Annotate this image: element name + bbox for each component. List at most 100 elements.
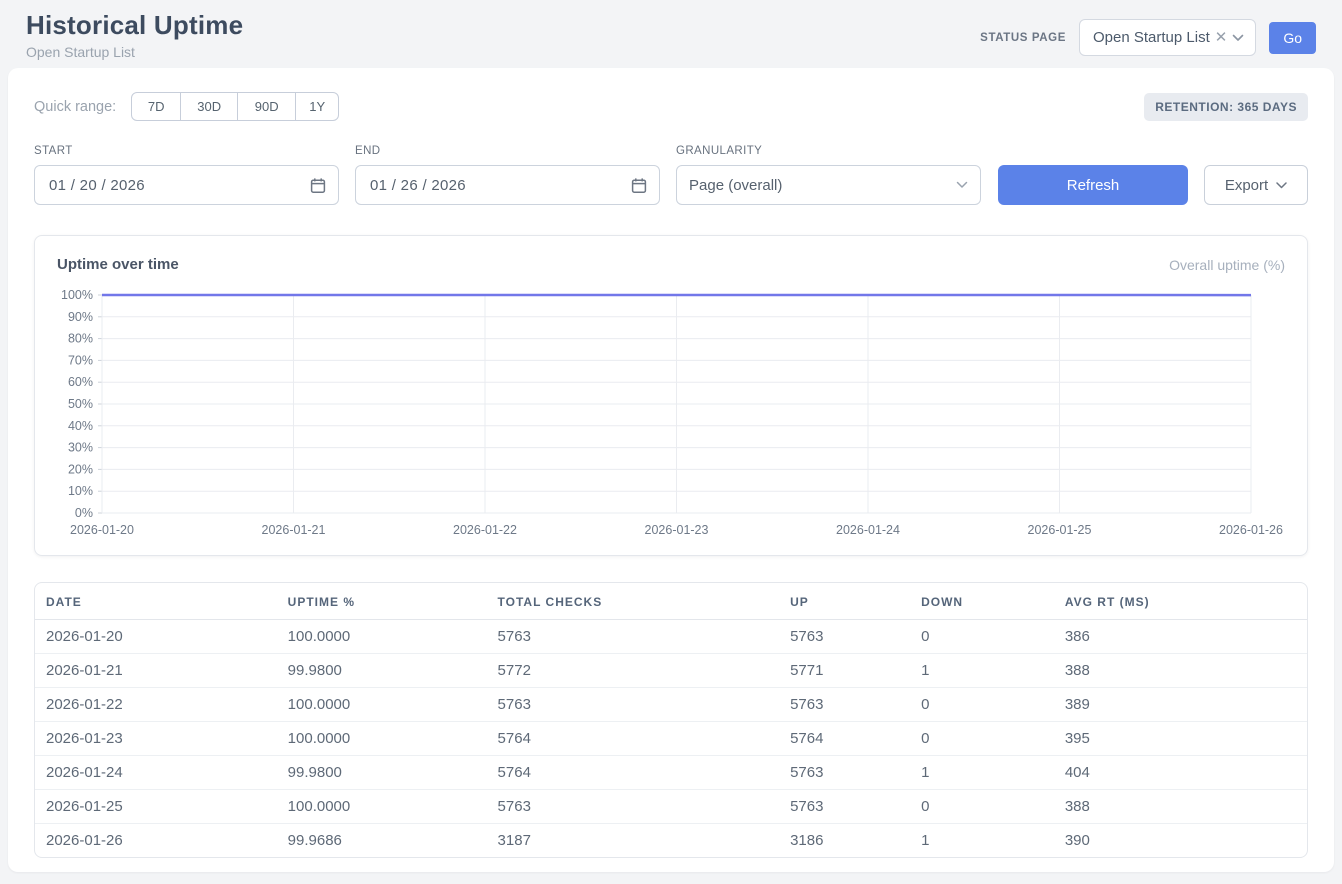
quick-range-1y[interactable]: 1Y bbox=[295, 92, 339, 121]
table-cell: 99.9800 bbox=[277, 756, 487, 790]
chart-title: Uptime over time bbox=[57, 256, 179, 273]
table-cell: 5772 bbox=[487, 654, 780, 688]
quick-range-7d[interactable]: 7D bbox=[131, 92, 181, 121]
table-cell: 388 bbox=[1054, 654, 1307, 688]
svg-text:50%: 50% bbox=[68, 397, 93, 411]
table-cell: 0 bbox=[910, 620, 1054, 654]
table-cell: 5763 bbox=[487, 790, 780, 824]
table-row: 2026-01-23100.0000576457640395 bbox=[35, 722, 1307, 756]
chart-header: Uptime over time Overall uptime (%) bbox=[57, 256, 1285, 273]
table-cell: 5764 bbox=[487, 722, 780, 756]
svg-text:70%: 70% bbox=[68, 353, 93, 367]
end-date-input[interactable] bbox=[355, 165, 660, 205]
end-date-label: END bbox=[355, 145, 660, 157]
calendar-icon[interactable] bbox=[631, 177, 647, 194]
table-cell: 395 bbox=[1054, 722, 1307, 756]
granularity-value: Page (overall) bbox=[689, 177, 782, 194]
svg-text:10%: 10% bbox=[68, 484, 93, 498]
col-down: DOWN bbox=[910, 583, 1054, 620]
status-page-controls: STATUS PAGE Open Startup List ✕ Go bbox=[980, 19, 1316, 56]
main-panel: Quick range: 7D 30D 90D 1Y RETENTION: 36… bbox=[8, 68, 1334, 872]
status-page-select[interactable]: Open Startup List ✕ bbox=[1079, 19, 1256, 56]
svg-text:40%: 40% bbox=[68, 419, 93, 433]
table-cell: 2026-01-24 bbox=[35, 756, 277, 790]
svg-text:2026-01-21: 2026-01-21 bbox=[262, 523, 326, 537]
table-cell: 5764 bbox=[779, 722, 910, 756]
col-avg-rt: AVG RT (MS) bbox=[1054, 583, 1307, 620]
table-cell: 2026-01-22 bbox=[35, 688, 277, 722]
table-cell: 5763 bbox=[779, 620, 910, 654]
table-row: 2026-01-22100.0000576357630389 bbox=[35, 688, 1307, 722]
start-date-value[interactable] bbox=[47, 176, 247, 195]
table-header-row: DATE UPTIME % TOTAL CHECKS UP DOWN AVG R… bbox=[35, 583, 1307, 620]
title-block: Historical Uptime Open Startup List bbox=[26, 10, 243, 60]
quick-range-30d[interactable]: 30D bbox=[180, 92, 238, 121]
svg-text:90%: 90% bbox=[68, 310, 93, 324]
svg-text:2026-01-22: 2026-01-22 bbox=[453, 523, 517, 537]
quick-range-group: 7D 30D 90D 1Y bbox=[131, 92, 339, 121]
status-page-value: Open Startup List bbox=[1093, 29, 1210, 46]
status-page-label: STATUS PAGE bbox=[980, 32, 1066, 44]
table-cell: 390 bbox=[1054, 824, 1307, 858]
go-button[interactable]: Go bbox=[1269, 22, 1316, 54]
svg-text:2026-01-26: 2026-01-26 bbox=[1219, 523, 1283, 537]
calendar-icon[interactable] bbox=[310, 177, 326, 194]
table-cell: 404 bbox=[1054, 756, 1307, 790]
svg-text:0%: 0% bbox=[75, 506, 93, 520]
table-cell: 2026-01-26 bbox=[35, 824, 277, 858]
refresh-button[interactable]: Refresh bbox=[998, 165, 1188, 205]
retention-badge: RETENTION: 365 DAYS bbox=[1144, 93, 1308, 121]
table-cell: 0 bbox=[910, 790, 1054, 824]
table-body: 2026-01-20100.00005763576303862026-01-21… bbox=[35, 620, 1307, 858]
quick-range-label: Quick range: bbox=[34, 99, 116, 115]
svg-text:30%: 30% bbox=[68, 441, 93, 455]
page-subtitle: Open Startup List bbox=[26, 44, 243, 60]
table-cell: 1 bbox=[910, 824, 1054, 858]
export-button[interactable]: Export bbox=[1204, 165, 1308, 205]
table-cell: 2026-01-21 bbox=[35, 654, 277, 688]
uptime-table-container: DATE UPTIME % TOTAL CHECKS UP DOWN AVG R… bbox=[34, 582, 1308, 858]
granularity-label: GRANULARITY bbox=[676, 145, 981, 157]
clear-icon[interactable]: ✕ bbox=[1214, 30, 1229, 45]
table-row: 2026-01-2499.9800576457631404 bbox=[35, 756, 1307, 790]
chart-legend: Overall uptime (%) bbox=[1169, 257, 1285, 273]
table-cell: 3187 bbox=[487, 824, 780, 858]
col-total-checks: TOTAL CHECKS bbox=[487, 583, 780, 620]
uptime-table: DATE UPTIME % TOTAL CHECKS UP DOWN AVG R… bbox=[35, 583, 1307, 857]
table-row: 2026-01-2699.9686318731861390 bbox=[35, 824, 1307, 858]
quick-range-row: Quick range: 7D 30D 90D 1Y RETENTION: 36… bbox=[34, 92, 1308, 121]
table-cell: 5764 bbox=[487, 756, 780, 790]
granularity-field: GRANULARITY Page (overall) bbox=[676, 145, 981, 205]
table-cell: 388 bbox=[1054, 790, 1307, 824]
table-cell: 5763 bbox=[779, 688, 910, 722]
table-cell: 3186 bbox=[779, 824, 910, 858]
granularity-select[interactable]: Page (overall) bbox=[676, 165, 981, 205]
table-cell: 100.0000 bbox=[277, 620, 487, 654]
table-cell: 0 bbox=[910, 722, 1054, 756]
table-cell: 2026-01-25 bbox=[35, 790, 277, 824]
svg-text:80%: 80% bbox=[68, 332, 93, 346]
start-date-input[interactable] bbox=[34, 165, 339, 205]
export-label: Export bbox=[1225, 177, 1268, 194]
table-cell: 100.0000 bbox=[277, 790, 487, 824]
svg-text:100%: 100% bbox=[61, 288, 93, 302]
table-cell: 389 bbox=[1054, 688, 1307, 722]
table-cell: 5763 bbox=[487, 620, 780, 654]
quick-range-90d[interactable]: 90D bbox=[237, 92, 296, 121]
col-uptime: UPTIME % bbox=[277, 583, 487, 620]
chevron-down-icon bbox=[1232, 34, 1244, 42]
svg-text:2026-01-25: 2026-01-25 bbox=[1028, 523, 1092, 537]
table-row: 2026-01-2199.9800577257711388 bbox=[35, 654, 1307, 688]
chevron-down-icon bbox=[1276, 182, 1287, 189]
col-date: DATE bbox=[35, 583, 277, 620]
svg-text:20%: 20% bbox=[68, 462, 93, 476]
table-cell: 5763 bbox=[779, 790, 910, 824]
svg-text:2026-01-23: 2026-01-23 bbox=[645, 523, 709, 537]
start-date-field: START bbox=[34, 145, 339, 205]
table-row: 2026-01-25100.0000576357630388 bbox=[35, 790, 1307, 824]
end-date-value[interactable] bbox=[368, 176, 568, 195]
table-cell: 100.0000 bbox=[277, 688, 487, 722]
table-row: 2026-01-20100.0000576357630386 bbox=[35, 620, 1307, 654]
table-cell: 99.9800 bbox=[277, 654, 487, 688]
end-date-field: END bbox=[355, 145, 660, 205]
